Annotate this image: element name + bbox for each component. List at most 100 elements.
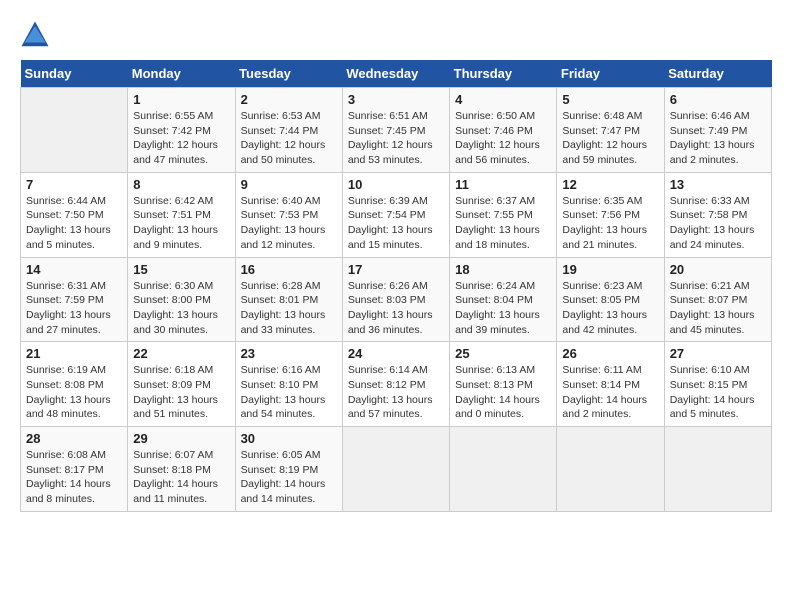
calendar-cell: 27 Sunrise: 6:10 AMSunset: 8:15 PMDayligh…	[664, 342, 771, 427]
calendar-cell: 3 Sunrise: 6:51 AMSunset: 7:45 PMDaylight…	[342, 88, 449, 173]
day-number: 3	[348, 92, 444, 107]
calendar-cell: 6 Sunrise: 6:46 AMSunset: 7:49 PMDaylight…	[664, 88, 771, 173]
day-number: 25	[455, 346, 551, 361]
calendar-week-row: 14 Sunrise: 6:31 AMSunset: 7:59 PMDayligh…	[21, 257, 772, 342]
calendar-week-row: 7 Sunrise: 6:44 AMSunset: 7:50 PMDaylight…	[21, 172, 772, 257]
weekday-header-row: SundayMondayTuesdayWednesdayThursdayFrid…	[21, 60, 772, 88]
day-info: Sunrise: 6:11 AMSunset: 8:14 PMDaylight:…	[562, 363, 658, 422]
day-info: Sunrise: 6:42 AMSunset: 7:51 PMDaylight:…	[133, 194, 229, 253]
day-info: Sunrise: 6:51 AMSunset: 7:45 PMDaylight:…	[348, 109, 444, 168]
calendar-cell: 16Sunrise: 6:28 AMSunset: 8:01 PMDayligh…	[235, 257, 342, 342]
calendar-cell: 25 Sunrise: 6:13 AMSunset: 8:13 PMDayligh…	[450, 342, 557, 427]
day-info: Sunrise: 6:19 AMSunset: 8:08 PMDaylight:…	[26, 363, 122, 422]
day-number: 9	[241, 177, 337, 192]
calendar-cell: 19 Sunrise: 6:23 AMSunset: 8:05 PMDayligh…	[557, 257, 664, 342]
day-number: 28	[26, 431, 122, 446]
calendar-cell: 30 Sunrise: 6:05 AMSunset: 8:19 PMDayligh…	[235, 427, 342, 512]
calendar-cell: 24 Sunrise: 6:14 AMSunset: 8:12 PMDayligh…	[342, 342, 449, 427]
day-info: Sunrise: 6:31 AMSunset: 7:59 PMDaylight:…	[26, 279, 122, 338]
calendar-cell: 29 Sunrise: 6:07 AMSunset: 8:18 PMDayligh…	[128, 427, 235, 512]
calendar-cell: 20 Sunrise: 6:21 AMSunset: 8:07 PMDayligh…	[664, 257, 771, 342]
day-number: 19	[562, 262, 658, 277]
calendar-cell	[664, 427, 771, 512]
day-info: Sunrise: 6:50 AMSunset: 7:46 PMDaylight:…	[455, 109, 551, 168]
day-info: Sunrise: 6:26 AMSunset: 8:03 PMDaylight:…	[348, 279, 444, 338]
calendar-cell: 7 Sunrise: 6:44 AMSunset: 7:50 PMDaylight…	[21, 172, 128, 257]
day-info: Sunrise: 6:21 AMSunset: 8:07 PMDaylight:…	[670, 279, 766, 338]
day-number: 12	[562, 177, 658, 192]
day-number: 2	[241, 92, 337, 107]
day-info: Sunrise: 6:08 AMSunset: 8:17 PMDaylight:…	[26, 448, 122, 507]
calendar-cell	[342, 427, 449, 512]
day-number: 4	[455, 92, 551, 107]
calendar-cell: 2Sunrise: 6:53 AMSunset: 7:44 PMDaylight…	[235, 88, 342, 173]
day-info: Sunrise: 6:46 AMSunset: 7:49 PMDaylight:…	[670, 109, 766, 168]
page-header	[20, 20, 772, 50]
calendar-cell: 4 Sunrise: 6:50 AMSunset: 7:46 PMDaylight…	[450, 88, 557, 173]
day-number: 6	[670, 92, 766, 107]
day-info: Sunrise: 6:37 AMSunset: 7:55 PMDaylight:…	[455, 194, 551, 253]
day-info: Sunrise: 6:28 AMSunset: 8:01 PMDaylight:…	[241, 279, 337, 338]
calendar-cell: 22 Sunrise: 6:18 AMSunset: 8:09 PMDayligh…	[128, 342, 235, 427]
day-number: 10	[348, 177, 444, 192]
day-info: Sunrise: 6:35 AMSunset: 7:56 PMDaylight:…	[562, 194, 658, 253]
day-info: Sunrise: 6:23 AMSunset: 8:05 PMDaylight:…	[562, 279, 658, 338]
calendar-week-row: 28 Sunrise: 6:08 AMSunset: 8:17 PMDayligh…	[21, 427, 772, 512]
day-info: Sunrise: 6:07 AMSunset: 8:18 PMDaylight:…	[133, 448, 229, 507]
day-number: 21	[26, 346, 122, 361]
day-number: 30	[241, 431, 337, 446]
weekday-header-tuesday: Tuesday	[235, 60, 342, 88]
day-info: Sunrise: 6:18 AMSunset: 8:09 PMDaylight:…	[133, 363, 229, 422]
calendar-cell: 1 Sunrise: 6:55 AMSunset: 7:42 PMDaylight…	[128, 88, 235, 173]
calendar-cell: 21 Sunrise: 6:19 AMSunset: 8:08 PMDayligh…	[21, 342, 128, 427]
day-number: 7	[26, 177, 122, 192]
day-number: 22	[133, 346, 229, 361]
calendar-cell: 15Sunrise: 6:30 AMSunset: 8:00 PMDayligh…	[128, 257, 235, 342]
calendar-table: SundayMondayTuesdayWednesdayThursdayFrid…	[20, 60, 772, 512]
calendar-cell: 26 Sunrise: 6:11 AMSunset: 8:14 PMDayligh…	[557, 342, 664, 427]
day-info: Sunrise: 6:48 AMSunset: 7:47 PMDaylight:…	[562, 109, 658, 168]
day-number: 1	[133, 92, 229, 107]
weekday-header-sunday: Sunday	[21, 60, 128, 88]
day-number: 18	[455, 262, 551, 277]
day-number: 8	[133, 177, 229, 192]
calendar-cell: 18 Sunrise: 6:24 AMSunset: 8:04 PMDayligh…	[450, 257, 557, 342]
day-number: 26	[562, 346, 658, 361]
day-info: Sunrise: 6:39 AMSunset: 7:54 PMDaylight:…	[348, 194, 444, 253]
day-info: Sunrise: 6:16 AMSunset: 8:10 PMDaylight:…	[241, 363, 337, 422]
day-number: 23	[241, 346, 337, 361]
day-info: Sunrise: 6:14 AMSunset: 8:12 PMDaylight:…	[348, 363, 444, 422]
weekday-header-saturday: Saturday	[664, 60, 771, 88]
day-info: Sunrise: 6:05 AMSunset: 8:19 PMDaylight:…	[241, 448, 337, 507]
day-info: Sunrise: 6:24 AMSunset: 8:04 PMDaylight:…	[455, 279, 551, 338]
day-info: Sunrise: 6:13 AMSunset: 8:13 PMDaylight:…	[455, 363, 551, 422]
day-info: Sunrise: 6:33 AMSunset: 7:58 PMDaylight:…	[670, 194, 766, 253]
calendar-cell: 9Sunrise: 6:40 AMSunset: 7:53 PMDaylight…	[235, 172, 342, 257]
day-number: 15	[133, 262, 229, 277]
day-info: Sunrise: 6:55 AMSunset: 7:42 PMDaylight:…	[133, 109, 229, 168]
calendar-cell	[21, 88, 128, 173]
day-info: Sunrise: 6:44 AMSunset: 7:50 PMDaylight:…	[26, 194, 122, 253]
calendar-cell	[450, 427, 557, 512]
calendar-week-row: 1 Sunrise: 6:55 AMSunset: 7:42 PMDaylight…	[21, 88, 772, 173]
logo-icon	[20, 20, 50, 50]
day-number: 14	[26, 262, 122, 277]
weekday-header-friday: Friday	[557, 60, 664, 88]
weekday-header-monday: Monday	[128, 60, 235, 88]
day-number: 29	[133, 431, 229, 446]
calendar-cell: 10 Sunrise: 6:39 AMSunset: 7:54 PMDayligh…	[342, 172, 449, 257]
day-number: 11	[455, 177, 551, 192]
day-number: 17	[348, 262, 444, 277]
day-info: Sunrise: 6:10 AMSunset: 8:15 PMDaylight:…	[670, 363, 766, 422]
calendar-cell: 17 Sunrise: 6:26 AMSunset: 8:03 PMDayligh…	[342, 257, 449, 342]
calendar-cell: 28 Sunrise: 6:08 AMSunset: 8:17 PMDayligh…	[21, 427, 128, 512]
calendar-cell	[557, 427, 664, 512]
calendar-cell: 13Sunrise: 6:33 AMSunset: 7:58 PMDayligh…	[664, 172, 771, 257]
day-number: 24	[348, 346, 444, 361]
calendar-week-row: 21 Sunrise: 6:19 AMSunset: 8:08 PMDayligh…	[21, 342, 772, 427]
day-number: 20	[670, 262, 766, 277]
day-number: 5	[562, 92, 658, 107]
day-number: 27	[670, 346, 766, 361]
weekday-header-thursday: Thursday	[450, 60, 557, 88]
logo	[20, 20, 54, 50]
